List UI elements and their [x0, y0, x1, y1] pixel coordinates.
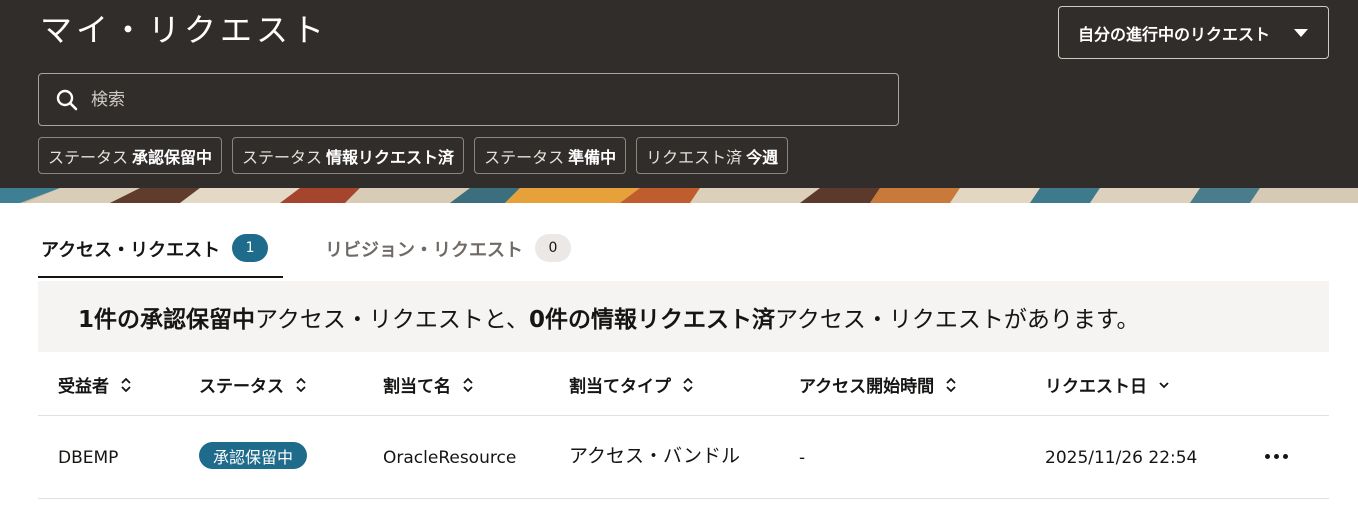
table-header: 受益者 ステータス 割当て名 割当てタイプ アクセス開始時間 リクエスト日: [38, 353, 1329, 416]
sort-icon: [463, 377, 473, 392]
summary-message: 1件の承認保留中 アクセス・リクエストと、 0件の情報リクエスト済 アクセス・リ…: [38, 281, 1329, 352]
sort-icon: [296, 377, 306, 392]
column-header-request-date[interactable]: リクエスト日: [1045, 353, 1171, 416]
summary-info-requested-count: 0件の情報リクエスト済: [528, 306, 775, 333]
column-label: 割当てタイプ: [569, 377, 671, 397]
cell-beneficiary: DBEMP: [58, 447, 119, 468]
chip-value: 準備中: [568, 147, 617, 167]
search-icon: [56, 89, 78, 111]
sort-icon: [683, 377, 693, 392]
filter-chip-status-preparing[interactable]: ステータス 準備中: [474, 137, 627, 174]
filter-chip-requested-this-week[interactable]: リクエスト済 今週: [636, 137, 789, 174]
column-label: アクセス開始時間: [799, 377, 935, 397]
chip-value: 承認保留中: [132, 147, 213, 167]
search-input[interactable]: [91, 75, 881, 124]
chip-label: ステータス: [484, 147, 565, 167]
sort-icon: [121, 377, 131, 392]
chip-label: リクエスト済: [646, 147, 743, 167]
chip-value: 情報リクエスト済: [326, 147, 455, 167]
chip-label: ステータス: [48, 147, 129, 167]
column-header-assignment-name[interactable]: 割当て名: [383, 353, 475, 416]
more-horizontal-icon[interactable]: [1258, 444, 1294, 468]
tab-count-badge: 0: [535, 234, 571, 262]
page-title: マイ・リクエスト: [40, 11, 329, 49]
cell-assignment-type: アクセス・バンドル: [569, 445, 741, 467]
request-tabs: アクセス・リクエスト 1 リビジョン・リクエスト 0: [38, 228, 571, 278]
search-box: [38, 73, 899, 126]
filter-chips: ステータス 承認保留中 ステータス 情報リクエスト済 ステータス 準備中 リクエ…: [38, 137, 789, 174]
cell-assignment-name: OracleResource: [383, 447, 517, 468]
caret-down-icon: [1294, 29, 1308, 37]
column-label: ステータス: [199, 377, 284, 397]
filter-chip-status-pending[interactable]: ステータス 承認保留中: [38, 137, 223, 174]
dot: [1282, 453, 1288, 459]
page-header: マイ・リクエスト 自分の進行中のリクエスト ステータス 承認保留中 ステータス …: [0, 0, 1358, 188]
cell-status: 承認保留中: [199, 416, 308, 499]
dot: [1273, 453, 1279, 459]
tab-count-badge: 1: [232, 234, 269, 262]
column-label: リクエスト日: [1045, 377, 1147, 397]
sort-icon: [946, 377, 956, 392]
tab-access-requests[interactable]: アクセス・リクエスト 1: [38, 228, 283, 278]
tab-revision-requests[interactable]: リビジョン・リクエスト 0: [325, 228, 571, 278]
decorative-banner: [0, 188, 1358, 203]
filter-chip-status-info-requested[interactable]: ステータス 情報リクエスト済: [232, 137, 465, 174]
status-badge: 承認保留中: [199, 442, 308, 469]
summary-pending-count: 1件の承認保留中: [78, 306, 256, 333]
column-header-status[interactable]: ステータス: [199, 353, 308, 416]
request-filter-label: 自分の進行中のリクエスト: [1078, 24, 1271, 44]
summary-text: アクセス・リクエストがあります。: [774, 306, 1140, 333]
column-label: 割当て名: [383, 377, 451, 397]
table-row[interactable]: DBEMP 承認保留中 OracleResource アクセス・バンドル - 2…: [38, 416, 1329, 499]
chevron-down-icon: [1159, 381, 1169, 388]
cell-access-start: -: [799, 447, 806, 468]
chip-value: 今週: [746, 147, 779, 167]
column-header-assignment-type[interactable]: 割当てタイプ: [569, 353, 695, 416]
tab-label: アクセス・リクエスト: [41, 240, 221, 261]
column-label: 受益者: [58, 377, 109, 397]
column-header-beneficiary[interactable]: 受益者: [58, 353, 133, 416]
summary-text: アクセス・リクエストと、: [255, 306, 529, 333]
tab-label: リビジョン・リクエスト: [325, 240, 523, 261]
cell-request-date: 2025/11/26 22:54: [1045, 447, 1198, 468]
dot: [1264, 453, 1270, 459]
column-header-access-start[interactable]: アクセス開始時間: [799, 353, 958, 416]
chip-label: ステータス: [242, 147, 323, 167]
request-filter-dropdown[interactable]: 自分の進行中のリクエスト: [1058, 6, 1329, 59]
